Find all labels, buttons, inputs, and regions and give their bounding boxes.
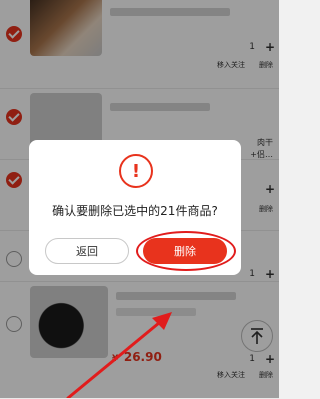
dialog-message: 确认要删除已选中的21件商品? bbox=[52, 204, 218, 218]
alert-icon: ! bbox=[119, 154, 153, 188]
cancel-button[interactable]: 返回 bbox=[45, 238, 129, 264]
confirm-delete-button[interactable]: 删除 bbox=[143, 238, 227, 264]
delete-confirm-dialog: ! 确认要删除已选中的21件商品? 返回 删除 bbox=[29, 140, 241, 275]
